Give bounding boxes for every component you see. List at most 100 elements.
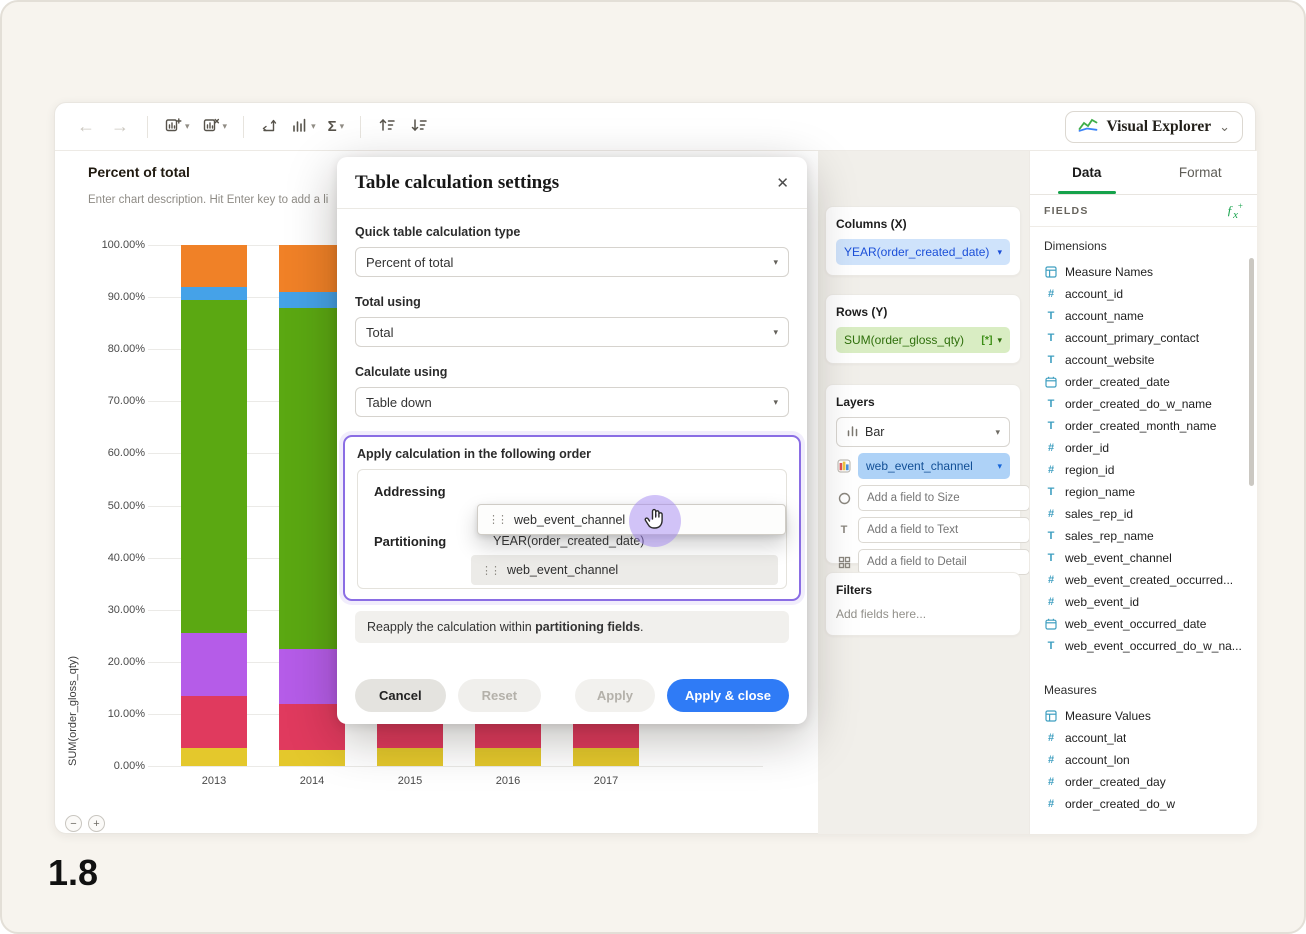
field-item[interactable]: order_created_date	[1044, 371, 1243, 393]
drag-handle-icon[interactable]: ⋮⋮	[488, 513, 506, 526]
caret-down-icon[interactable]: ▾	[997, 247, 1002, 258]
segment-yellow[interactable]	[181, 748, 247, 766]
aggregate-button[interactable]: Σ ▾	[322, 112, 351, 142]
segment-purple[interactable]	[181, 633, 247, 696]
field-name: order_created_day	[1065, 775, 1166, 789]
sidebar-scrollbar[interactable]	[1249, 258, 1254, 486]
field-item[interactable]: #account_lon	[1044, 749, 1243, 771]
tab-format[interactable]: Format	[1144, 151, 1258, 194]
field-item[interactable]: Torder_created_month_name	[1044, 415, 1243, 437]
segment-yellow[interactable]	[573, 748, 639, 766]
dragged-field-item[interactable]: ⋮⋮ web_event_channel	[477, 504, 786, 535]
app-logo[interactable]: Visual Explorer ⌄	[1065, 111, 1243, 143]
bar-chart-icon	[290, 116, 308, 137]
caret-down-icon[interactable]: ▾	[997, 335, 1002, 346]
apply-button[interactable]: Apply	[575, 679, 655, 712]
segment-blue[interactable]	[181, 287, 247, 300]
field-item[interactable]: #account_lat	[1044, 727, 1243, 749]
apply-close-button[interactable]: Apply & close	[667, 679, 789, 712]
caret-down-icon[interactable]: ▾	[997, 461, 1002, 472]
drag-handle-icon[interactable]: ⋮⋮	[481, 564, 499, 577]
segment-green[interactable]	[181, 300, 247, 633]
segment-red[interactable]	[279, 704, 345, 751]
calculate-using-select[interactable]: Table down ▾	[355, 387, 789, 417]
total-using-select[interactable]: Total ▾	[355, 317, 789, 347]
segment-orange[interactable]	[181, 245, 247, 287]
field-item[interactable]: Torder_created_do_w_name	[1044, 393, 1243, 415]
segment-purple[interactable]	[279, 649, 345, 704]
field-item[interactable]: Tregion_name	[1044, 481, 1243, 503]
rows-pill-label: SUM(order_gloss_qty)	[844, 333, 964, 347]
swap-axes-button[interactable]	[254, 112, 284, 142]
back-icon: ←	[77, 116, 95, 137]
rows-pill[interactable]: SUM(order_gloss_qty) [*] ▾	[836, 327, 1010, 353]
field-item[interactable]: #web_event_created_occurred...	[1044, 569, 1243, 591]
screen: ← → ▾ ▾	[0, 0, 1306, 934]
segment-yellow[interactable]	[475, 748, 541, 766]
columns-pill[interactable]: YEAR(order_created_date) ▾	[836, 239, 1010, 265]
calc-order-label: Apply calculation in the following order	[357, 447, 787, 461]
partitioning-field[interactable]: YEAR(order_created_date)	[493, 534, 644, 548]
segment-yellow[interactable]	[279, 750, 345, 766]
field-item[interactable]: #account_id	[1044, 283, 1243, 305]
field-item[interactable]: #order_created_do_w	[1044, 793, 1243, 815]
partitioning-item[interactable]: ⋮⋮ web_event_channel	[471, 555, 778, 585]
bar-2013[interactable]	[181, 245, 247, 766]
calc-type-select[interactable]: Percent of total ▾	[355, 247, 789, 277]
reset-button[interactable]: Reset	[458, 679, 541, 712]
zoom-in-button[interactable]: +	[88, 815, 105, 832]
partitioning-item-label: web_event_channel	[507, 563, 618, 577]
forward-button[interactable]: →	[103, 112, 137, 142]
segment-blue[interactable]	[279, 292, 345, 308]
dragged-field-label: web_event_channel	[514, 513, 625, 527]
sort-descending-button[interactable]	[403, 112, 435, 142]
segment-red[interactable]	[181, 696, 247, 748]
swap-axes-icon	[260, 116, 278, 137]
field-name: account_website	[1065, 353, 1154, 367]
y-tick-label: 10.00%	[108, 708, 145, 720]
field-item[interactable]: Taccount_primary_contact	[1044, 327, 1243, 349]
num-field-icon: #	[1044, 754, 1058, 766]
field-item[interactable]: web_event_occurred_date	[1044, 613, 1243, 635]
field-item[interactable]: #web_event_id	[1044, 591, 1243, 613]
close-icon[interactable]: ✕	[776, 174, 789, 192]
size-field-input[interactable]	[858, 485, 1030, 511]
x-tick-label: 2017	[573, 775, 639, 787]
segment-yellow[interactable]	[377, 748, 443, 766]
add-formula-button[interactable]: ƒx+	[1227, 201, 1243, 221]
text-field-input[interactable]	[858, 517, 1030, 543]
columns-shelf: Columns (X) YEAR(order_created_date) ▾	[825, 206, 1021, 276]
num-field-icon: #	[1044, 798, 1058, 810]
segment-orange[interactable]	[279, 245, 345, 292]
field-item[interactable]: #sales_rep_id	[1044, 503, 1243, 525]
field-item[interactable]: #order_id	[1044, 437, 1243, 459]
field-item[interactable]: Measure Values	[1044, 705, 1243, 727]
zoom-out-button[interactable]: −	[65, 815, 82, 832]
bar-2014[interactable]	[279, 245, 345, 766]
field-name: web_event_occurred_do_w_na...	[1065, 639, 1242, 653]
remove-chart-button[interactable]: ▾	[196, 112, 234, 142]
cancel-button[interactable]: Cancel	[355, 679, 446, 712]
sort-ascending-button[interactable]	[371, 112, 403, 142]
filters-drop-hint[interactable]: Add fields here...	[836, 607, 1010, 621]
color-field-pill[interactable]: web_event_channel ▾	[858, 453, 1010, 479]
chart-type-button[interactable]: ▾	[284, 112, 322, 142]
chart-title[interactable]: Percent of total	[88, 164, 190, 180]
caret-down-icon: ▾	[773, 397, 778, 408]
field-item[interactable]: Tweb_event_occurred_do_w_na...	[1044, 635, 1243, 657]
layer-type-select[interactable]: Bar ▾	[836, 417, 1010, 447]
field-item[interactable]: Measure Names	[1044, 261, 1243, 283]
chart-description[interactable]: Enter chart description. Hit Enter key t…	[88, 194, 328, 206]
field-item[interactable]: Tsales_rep_name	[1044, 525, 1243, 547]
caret-down-icon: ▾	[340, 121, 345, 132]
field-item[interactable]: Taccount_name	[1044, 305, 1243, 327]
field-item[interactable]: Taccount_website	[1044, 349, 1243, 371]
field-item[interactable]: #order_created_day	[1044, 771, 1243, 793]
segment-green[interactable]	[279, 308, 345, 649]
field-name: account_primary_contact	[1065, 331, 1199, 345]
field-item[interactable]: Tweb_event_channel	[1044, 547, 1243, 569]
back-button[interactable]: ←	[69, 112, 103, 142]
tab-data[interactable]: Data	[1030, 151, 1144, 194]
duplicate-chart-button[interactable]: ▾	[158, 112, 196, 142]
field-item[interactable]: #region_id	[1044, 459, 1243, 481]
